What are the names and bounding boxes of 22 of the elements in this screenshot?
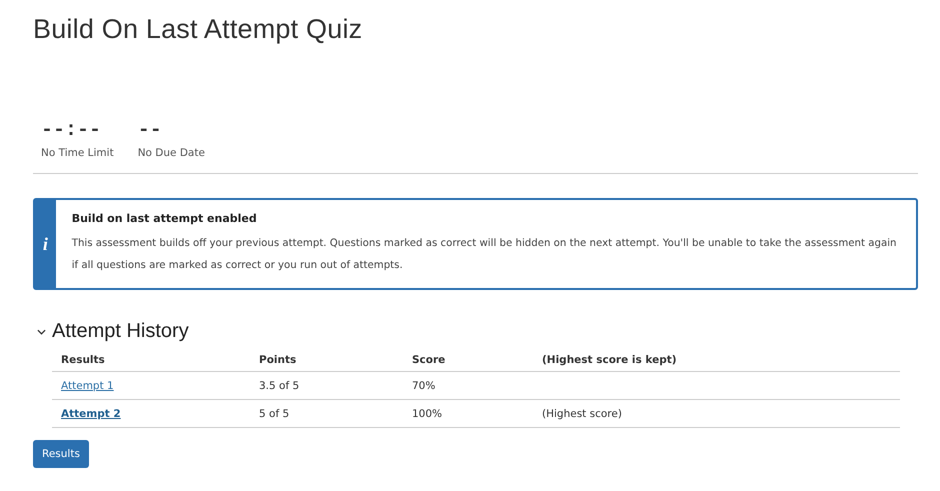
stat-label: No Time Limit (41, 147, 114, 159)
table-cell: 5 of 5 (259, 408, 290, 420)
column-header: (Highest score is kept) (533, 349, 900, 372)
stat-value: --:-- (41, 121, 102, 141)
page-title: Build On Last Attempt Quiz (33, 14, 364, 45)
table-cell: (Highest score) (542, 408, 622, 420)
stat-label: No Due Date (138, 147, 205, 159)
table-cell: 100% (412, 408, 442, 420)
notice-title: Build on last attempt enabled (72, 212, 258, 225)
table-cell: 70% (412, 380, 436, 392)
stat-value: -- (138, 121, 163, 141)
column-header: Score (403, 349, 533, 372)
results-button[interactable]: Results (33, 440, 89, 468)
column-header: Results (52, 349, 250, 372)
info-icon: i (42, 234, 48, 254)
attempt-link[interactable]: Attempt 1 (61, 380, 114, 392)
section-heading: Attempt History (52, 320, 189, 343)
chevron-icon[interactable] (37, 328, 46, 334)
table-cell: 3.5 of 5 (259, 380, 300, 392)
column-header: Points (250, 349, 403, 372)
notice-text: This assessment builds off your previous attempt. Questions marked as correct will be hidden on the next attempt. You'll be unable to take the assessment again if all questions are marked as correct or you run out of attempts. (72, 237, 898, 273)
attempt-link[interactable]: Attempt 2 (61, 408, 121, 420)
